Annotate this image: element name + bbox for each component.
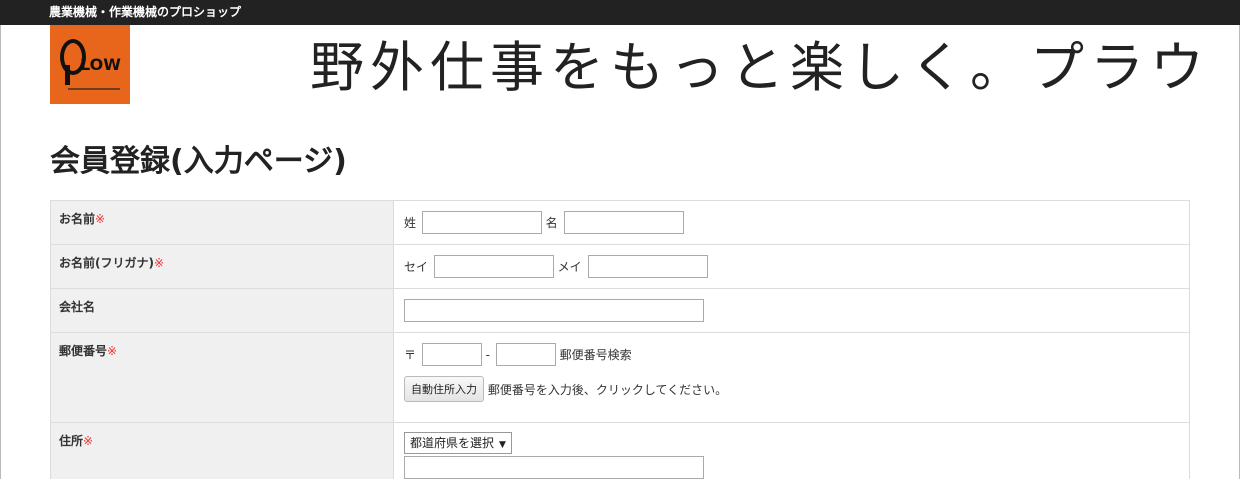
zip-first-input[interactable] [421,343,482,366]
zip-second-input[interactable] [495,343,556,366]
prefecture-select[interactable]: 都道府県を選択 ▼ [404,432,512,454]
postal-field-cell: 〒 - 郵便番号検索 自動住所入力 郵便番号を入力後、クリックしてください。 [393,332,1190,423]
mei-kana-label: メイ [557,260,582,274]
company-input[interactable] [404,299,704,322]
postal-mark: 〒 [404,348,417,362]
postal-label: 郵便番号※ [50,332,394,423]
kana-field-cell: セイ メイ [393,244,1190,289]
required-mark: ※ [107,344,118,358]
required-mark: ※ [95,212,106,226]
kana-label: お名前(フリガナ)※ [50,244,394,289]
postal-search-link[interactable]: 郵便番号検索 [560,348,632,362]
required-mark: ※ [153,256,165,270]
name-label: お名前※ [50,200,394,245]
mei-label: 名 [545,216,558,230]
form-row-name: お名前※ 姓 名 [50,200,1190,245]
chevron-down-icon: ▼ [499,440,506,450]
auto-address-button[interactable]: 自動住所入力 [404,376,484,402]
postal-hint: 郵便番号を入力後、クリックしてください。 [487,382,728,397]
logo-text: LOW [80,55,121,74]
company-field-cell [393,288,1190,333]
first-name-kana-input[interactable] [587,255,708,278]
form-row-address: 住所※ 都道府県を選択 ▼ [50,422,1190,479]
sei-kana-label: セイ [404,260,429,274]
page-title: 会員登録(入力ページ) [50,144,347,179]
zip-separator: - [485,347,491,362]
last-name-kana-input[interactable] [433,255,554,278]
address-field-cell: 都道府県を選択 ▼ [393,422,1190,479]
name-field-cell: 姓 名 [393,200,1190,245]
address-label: 住所※ [50,422,394,479]
shop-name-bar: 農業機械・作業機械のプロショップ [0,0,1240,25]
company-label: 会社名 [50,288,394,333]
city-input[interactable] [404,456,704,479]
sei-label: 姓 [404,216,417,230]
plow-logo[interactable]: LOW [50,25,130,104]
shop-name: 農業機械・作業機械のプロショップ [49,5,242,19]
site-tagline: 野外仕事をもっと楽しく。プラウ [310,36,1210,99]
form-row-company: 会社名 [50,288,1190,333]
last-name-input[interactable] [421,211,542,234]
registration-form-table: お名前※ 姓 名 お名前(フリガナ)※ セイ メイ 会社名 郵便番号※ 〒 - … [50,200,1190,479]
first-name-input[interactable] [563,211,684,234]
required-mark: ※ [83,434,94,448]
logo-subline [68,88,120,90]
logo-p-stem [65,65,70,85]
form-row-kana: お名前(フリガナ)※ セイ メイ [50,244,1190,289]
form-row-postal: 郵便番号※ 〒 - 郵便番号検索 自動住所入力 郵便番号を入力後、クリックしてく… [50,332,1190,423]
